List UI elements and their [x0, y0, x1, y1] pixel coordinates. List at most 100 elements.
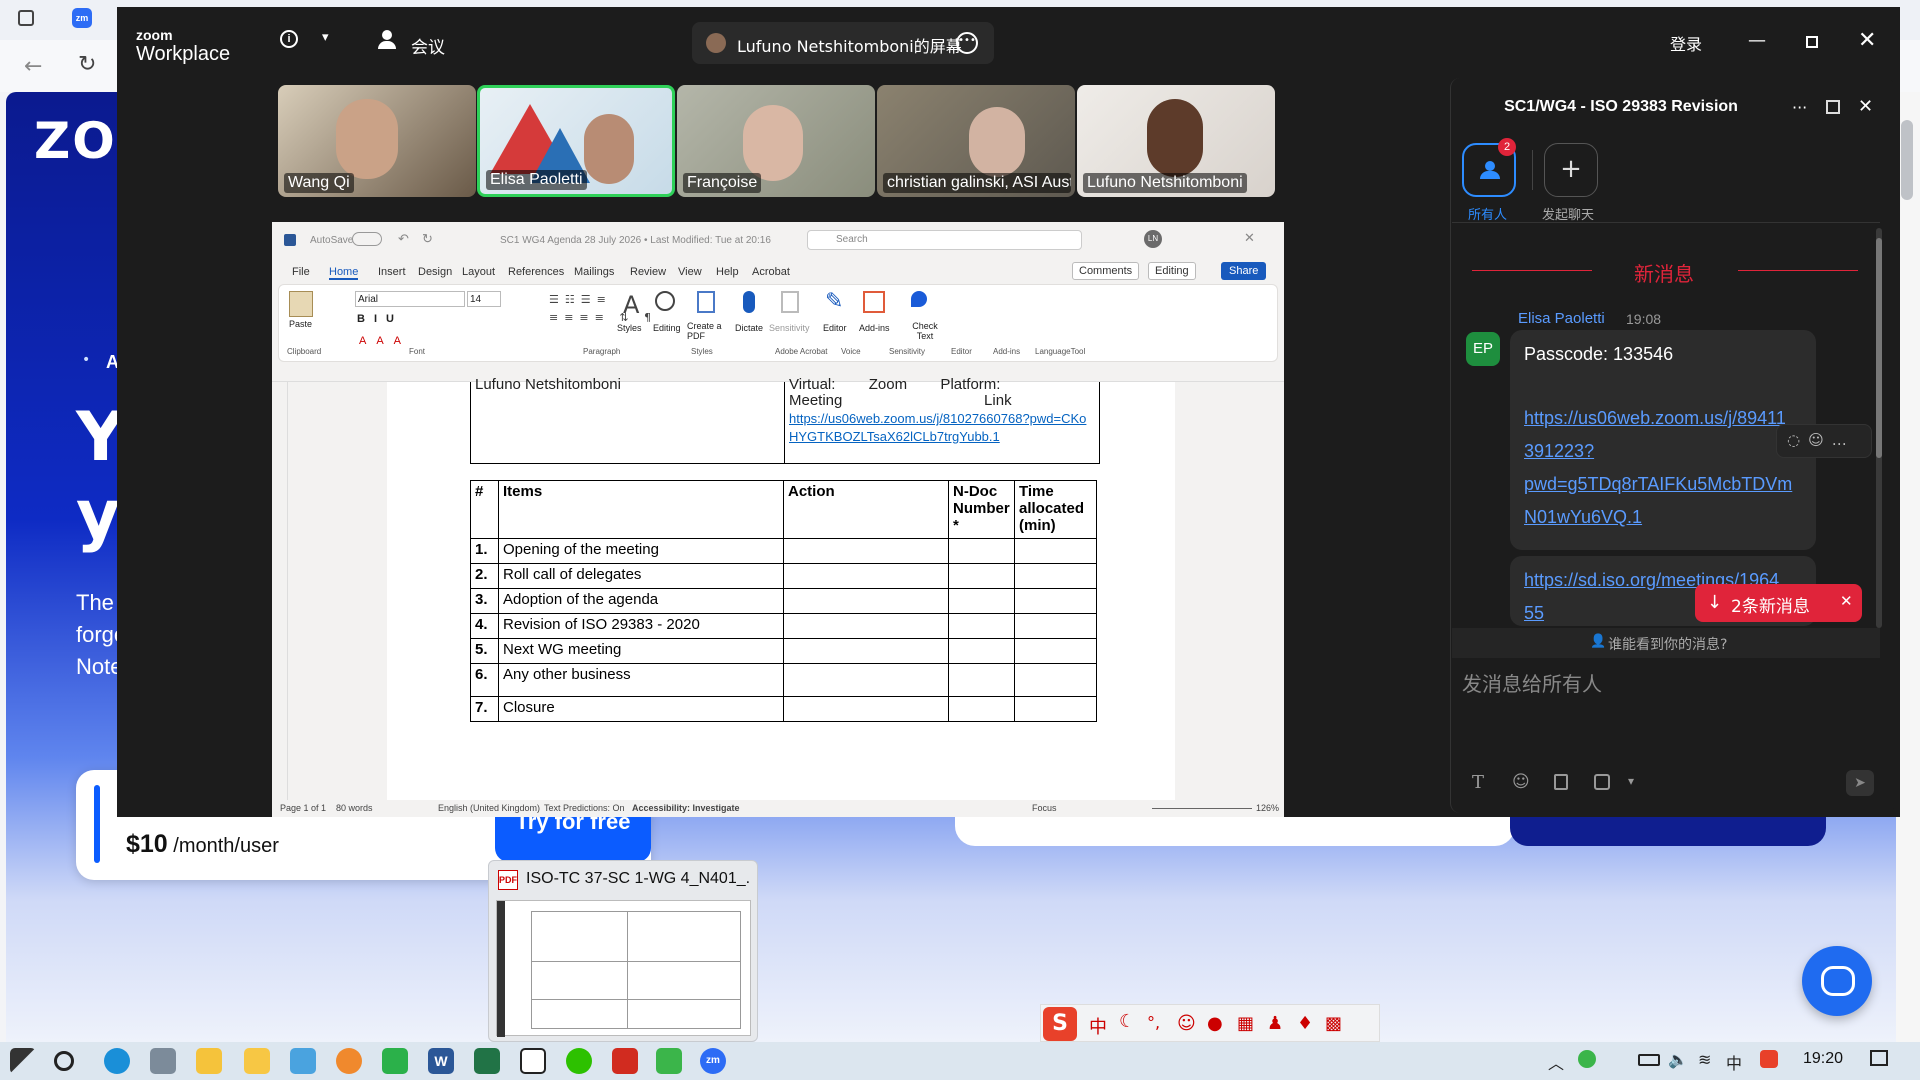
participant-tile[interactable]: Lufuno Netshitomboni [1077, 85, 1275, 197]
meeting-info-icon[interactable]: i [280, 30, 298, 48]
toast-close-icon[interactable]: ✕ [1840, 592, 1853, 610]
sender-name[interactable]: Elisa Paoletti [1518, 310, 1605, 327]
menu-acrobat[interactable]: Acrobat [752, 266, 790, 278]
table-row[interactable]: 6. Any other business [470, 663, 1097, 697]
table-row[interactable]: 7. Closure [470, 696, 1097, 722]
paragraph-buttons[interactable]: ☰☷☰≡ ≡≡≡≡ ⇅ ¶ [549, 291, 659, 347]
share-button[interactable]: Share [1221, 262, 1267, 280]
undo-icon[interactable]: ↶ [398, 231, 409, 247]
horizontal-ruler[interactable] [272, 364, 1284, 382]
panda-icon[interactable] [520, 1048, 546, 1074]
chat-more-icon[interactable]: ··· [1792, 98, 1807, 117]
new-chat-icon[interactable]: + [1544, 143, 1598, 197]
add-ins-button[interactable]: Add-ins [859, 323, 890, 333]
editing-icon[interactable] [655, 291, 675, 311]
menu-file[interactable]: File [292, 266, 310, 278]
wechat-icon[interactable] [566, 1048, 592, 1074]
screenshot-icon[interactable] [1594, 774, 1610, 790]
notifications-icon[interactable] [1870, 1050, 1888, 1066]
ime-mic-icon[interactable]: ● [1207, 1013, 1223, 1034]
create-pdf-icon[interactable] [697, 291, 715, 313]
more-options-chevron-icon[interactable]: ▾ [1628, 774, 1634, 788]
menu-mailings[interactable]: Mailings [574, 266, 614, 278]
font-size-select[interactable]: 14 [467, 291, 501, 307]
battery-icon[interactable] [1638, 1054, 1660, 1066]
ime-punct-icon[interactable]: °, [1147, 1013, 1160, 1032]
vertical-ruler[interactable] [278, 382, 288, 800]
check-text-button[interactable]: Check Text [905, 321, 945, 341]
table-row[interactable]: 2. Roll call of delegates [470, 563, 1097, 589]
sensitivity-button[interactable]: Sensitivity [769, 323, 810, 333]
word-count[interactable]: 80 words [336, 803, 373, 813]
volume-icon[interactable]: 🔈 [1668, 1050, 1688, 1069]
meeting-label[interactable]: 会议 [411, 33, 445, 58]
zoom-link-message[interactable]: https://us06web.zoom.us/j/89411 391223? … [1524, 402, 1806, 534]
ime-shirt-icon[interactable]: ♦ [1297, 1013, 1313, 1034]
sender-avatar[interactable]: EP [1466, 332, 1500, 366]
styles-button[interactable]: Styles [617, 323, 642, 333]
back-icon[interactable]: ← [24, 54, 42, 79]
redo-icon[interactable]: ↻ [422, 231, 433, 247]
menu-layout[interactable]: Layout [462, 266, 495, 278]
menu-references[interactable]: References [508, 266, 564, 278]
ime-status-icon[interactable]: 中 [1726, 1050, 1742, 1074]
menu-insert[interactable]: Insert [378, 266, 406, 278]
styles-icon[interactable]: A [623, 291, 639, 319]
dictate-icon[interactable] [743, 291, 755, 313]
add-ins-icon[interactable] [863, 291, 885, 313]
minimize-icon[interactable]: — [1748, 30, 1766, 51]
language-status[interactable]: English (United Kingdom) [438, 803, 540, 813]
user-avatar[interactable]: LN [1144, 230, 1162, 248]
ime-toolbar[interactable]: S 中 ☾ °, ☺ ● ▦ ♟ ♦ ▩ [1040, 1004, 1380, 1042]
menu-help[interactable]: Help [716, 266, 739, 278]
maximize-icon[interactable] [1806, 36, 1818, 48]
table-row[interactable]: 5. Next WG meeting [470, 638, 1097, 664]
menu-design[interactable]: Design [418, 266, 452, 278]
tray-chevron-icon[interactable]: ︿ [1548, 1050, 1564, 1074]
new-chat-label[interactable]: 发起聊天 [1542, 204, 1594, 223]
app-icon-3[interactable] [656, 1048, 682, 1074]
page-count[interactable]: Page 1 of 1 [280, 803, 326, 813]
font-name-select[interactable]: Arial [355, 291, 465, 307]
editor-button[interactable]: Editor [823, 323, 847, 333]
table-row[interactable]: 4. Revision of ISO 29383 - 2020 [470, 613, 1097, 639]
browser-scrollbar-thumb[interactable] [1901, 120, 1913, 200]
focus-button[interactable]: Focus [1032, 803, 1057, 813]
editing-button[interactable]: Editing [1148, 262, 1196, 280]
zoom-link[interactable]: https://us06web.zoom.us/j/81027660768?pw… [789, 410, 1095, 446]
menu-view[interactable]: View [678, 266, 702, 278]
editing-ribbon-button[interactable]: Editing [653, 323, 681, 333]
reload-icon[interactable]: ↻ [78, 52, 96, 77]
send-icon[interactable]: ➤ [1846, 770, 1874, 796]
ime-chinese-icon[interactable]: 中 [1089, 1013, 1107, 1039]
word-close-icon[interactable]: ✕ [1244, 230, 1255, 246]
dictate-button[interactable]: Dictate [735, 323, 763, 333]
search-app-icon[interactable] [196, 1048, 222, 1074]
menu-review[interactable]: Review [630, 266, 666, 278]
autosave-toggle[interactable] [352, 232, 382, 246]
participant-tile-active[interactable]: Elisa Paoletti [477, 85, 675, 197]
ime-grid-icon[interactable]: ▩ [1325, 1013, 1342, 1034]
document-title[interactable]: SC1 WG4 Agenda 28 July 2026 • Last Modif… [500, 235, 771, 246]
message-actions[interactable]: ◌☺… [1776, 424, 1872, 458]
chat-scrollbar-thumb[interactable] [1876, 238, 1882, 458]
new-messages-toast[interactable]: ↓ 2条新消息 ✕ [1695, 584, 1862, 622]
zoom-level[interactable]: 126% [1256, 803, 1279, 813]
check-text-icon[interactable] [911, 291, 927, 307]
ime-user-icon[interactable]: ♟ [1267, 1013, 1283, 1034]
menu-home[interactable]: Home [329, 266, 359, 280]
share-options-icon[interactable]: ••• [956, 32, 978, 54]
zoom-slider[interactable] [1152, 808, 1252, 809]
website-chat-button[interactable] [1802, 946, 1872, 1016]
app-icon-2[interactable] [290, 1048, 316, 1074]
edge-green-icon[interactable] [382, 1048, 408, 1074]
search-icon[interactable] [54, 1051, 74, 1071]
chat-close-icon[interactable]: ✕ [1858, 96, 1873, 117]
everyone-tab-label[interactable]: 所有人 [1468, 204, 1507, 223]
start-icon[interactable] [10, 1048, 36, 1074]
who-can-see-link[interactable]: 谁能看到你的消息? [1608, 634, 1727, 654]
chat-compose-input[interactable]: 发消息给所有人 [1462, 668, 1602, 697]
sensitivity-icon[interactable] [781, 291, 799, 313]
close-icon[interactable]: ✕ [1858, 28, 1876, 53]
paste-button[interactable]: Paste [289, 319, 312, 329]
